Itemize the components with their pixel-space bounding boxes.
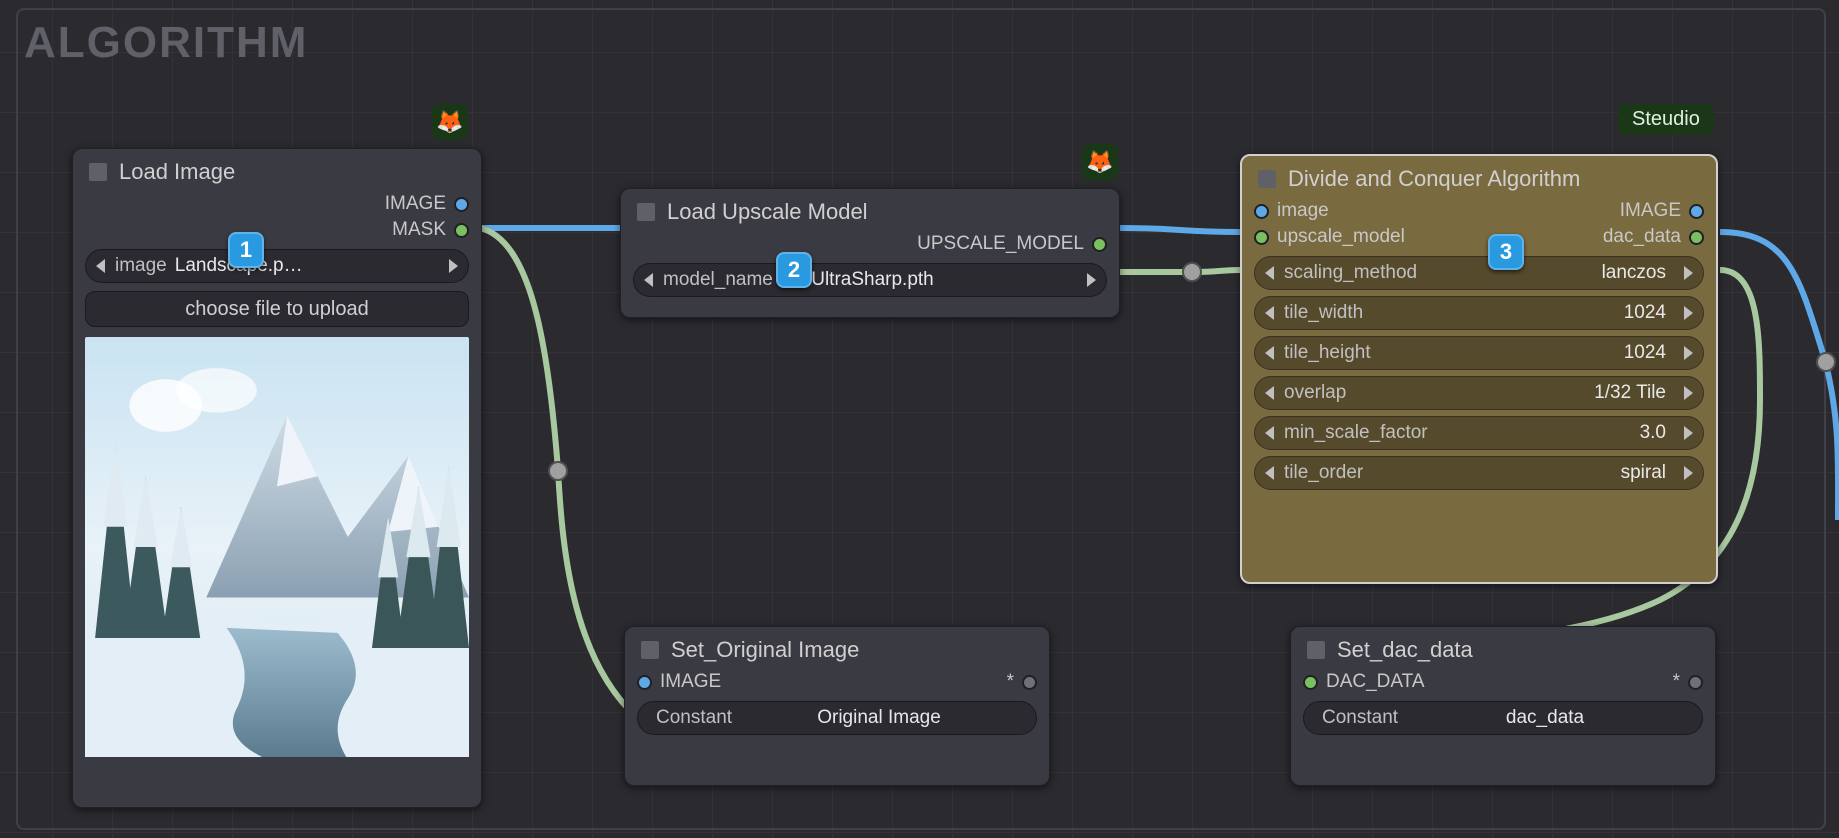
port-in-dac-data[interactable] <box>1303 675 1318 690</box>
arrow-left-icon[interactable] <box>1265 426 1274 440</box>
arrow-right-icon[interactable] <box>1684 426 1693 440</box>
node-title: Load Upscale Model <box>667 199 868 225</box>
collapse-box-icon[interactable] <box>1307 641 1325 659</box>
widget-tile-width[interactable]: tile_width 1024 <box>1254 296 1704 330</box>
image-preview <box>85 337 469 763</box>
input-image[interactable]: image <box>1254 200 1329 222</box>
widget-scaling-method[interactable]: scaling_method lanczos <box>1254 256 1704 290</box>
steudio-tag: Steudio <box>1618 104 1714 135</box>
node-set-dac-data[interactable]: Set_dac_data DAC_DATA * Constant dac_dat… <box>1290 626 1716 786</box>
widget-image[interactable]: image Landscape.p… <box>85 249 469 283</box>
arrow-left-icon[interactable] <box>1265 386 1274 400</box>
reroute-dot[interactable] <box>1182 262 1202 282</box>
arrow-left-icon[interactable] <box>1265 266 1274 280</box>
output-mask[interactable]: MASK <box>392 219 469 241</box>
output-upscale-model[interactable]: UPSCALE_MODEL <box>917 233 1107 255</box>
arrow-right-icon[interactable] <box>1684 306 1693 320</box>
arrow-left-icon[interactable] <box>1265 466 1274 480</box>
annotation-badge-1: 1 <box>228 232 264 268</box>
widget-overlap[interactable]: overlap 1/32 Tile <box>1254 376 1704 410</box>
port-in-image[interactable] <box>1254 204 1269 219</box>
widget-constant[interactable]: Constant Original Image <box>637 701 1037 735</box>
group-title: ALGORITHM <box>24 18 308 68</box>
fox-badge-icon: 🦊 <box>1082 144 1118 180</box>
output-dac-data[interactable]: dac_data <box>1603 226 1704 248</box>
output-image[interactable]: IMAGE <box>385 193 469 215</box>
annotation-badge-3: 3 <box>1488 234 1524 270</box>
arrow-right-icon[interactable] <box>1087 273 1096 287</box>
node-title: Load Image <box>119 159 235 185</box>
node-divide-and-conquer[interactable]: Divide and Conquer Algorithm image IMAGE… <box>1240 154 1718 584</box>
widget-min-scale-factor[interactable]: min_scale_factor 3.0 <box>1254 416 1704 450</box>
arrow-left-icon[interactable] <box>644 273 653 287</box>
fox-badge-icon: 🦊 <box>432 104 468 140</box>
node-set-original-image[interactable]: Set_Original Image IMAGE * Constant Orig… <box>624 626 1050 786</box>
node-load-upscale-model[interactable]: Load Upscale Model UPSCALE_MODEL model_n… <box>620 188 1120 318</box>
node-title: Set_dac_data <box>1337 637 1473 663</box>
input-upscale-model[interactable]: upscale_model <box>1254 226 1405 248</box>
reroute-dot[interactable] <box>1816 352 1836 372</box>
output-wildcard[interactable]: * <box>1673 671 1703 693</box>
collapse-box-icon[interactable] <box>637 203 655 221</box>
port-out-image[interactable] <box>1689 204 1704 219</box>
node-load-image[interactable]: Load Image IMAGE MASK image Landscape.p…… <box>72 148 482 808</box>
widget-constant[interactable]: Constant dac_data <box>1303 701 1703 735</box>
port-in-image[interactable] <box>637 675 652 690</box>
reroute-dot[interactable] <box>548 461 568 481</box>
input-dac-data[interactable]: DAC_DATA <box>1303 671 1425 693</box>
widget-tile-order[interactable]: tile_order spiral <box>1254 456 1704 490</box>
collapse-box-icon[interactable] <box>89 163 107 181</box>
choose-file-button[interactable]: choose file to upload <box>85 291 469 327</box>
arrow-right-icon[interactable] <box>1684 466 1693 480</box>
port-in-upscale-model[interactable] <box>1254 230 1269 245</box>
port-out-wildcard[interactable] <box>1022 675 1037 690</box>
arrow-left-icon[interactable] <box>1265 306 1274 320</box>
port-out-mask[interactable] <box>454 223 469 238</box>
port-out-wildcard[interactable] <box>1688 675 1703 690</box>
arrow-right-icon[interactable] <box>1684 386 1693 400</box>
widget-model-name[interactable]: model_name 4x-UltraSharp.pth <box>633 263 1107 297</box>
arrow-right-icon[interactable] <box>1684 346 1693 360</box>
widget-tile-height[interactable]: tile_height 1024 <box>1254 336 1704 370</box>
port-out-dac-data[interactable] <box>1689 230 1704 245</box>
input-image[interactable]: IMAGE <box>637 671 721 693</box>
port-out-upscale-model[interactable] <box>1092 237 1107 252</box>
arrow-right-icon[interactable] <box>1684 266 1693 280</box>
node-title: Divide and Conquer Algorithm <box>1288 166 1580 192</box>
node-title: Set_Original Image <box>671 637 859 663</box>
node-header: Load Image <box>73 149 481 191</box>
output-wildcard[interactable]: * <box>1007 671 1037 693</box>
port-out-image[interactable] <box>454 197 469 212</box>
annotation-badge-2: 2 <box>776 252 812 288</box>
arrow-left-icon[interactable] <box>96 259 105 273</box>
collapse-box-icon[interactable] <box>641 641 659 659</box>
arrow-right-icon[interactable] <box>449 259 458 273</box>
node-header: Set_Original Image <box>625 627 1049 669</box>
arrow-left-icon[interactable] <box>1265 346 1274 360</box>
output-image[interactable]: IMAGE <box>1620 200 1704 222</box>
collapse-box-icon[interactable] <box>1258 170 1276 188</box>
node-header: Load Upscale Model <box>621 189 1119 231</box>
node-graph-canvas[interactable]: ALGORITHM Load Image IMAGE <box>0 0 1839 838</box>
node-header: Set_dac_data <box>1291 627 1715 669</box>
node-header: Divide and Conquer Algorithm <box>1242 156 1716 198</box>
